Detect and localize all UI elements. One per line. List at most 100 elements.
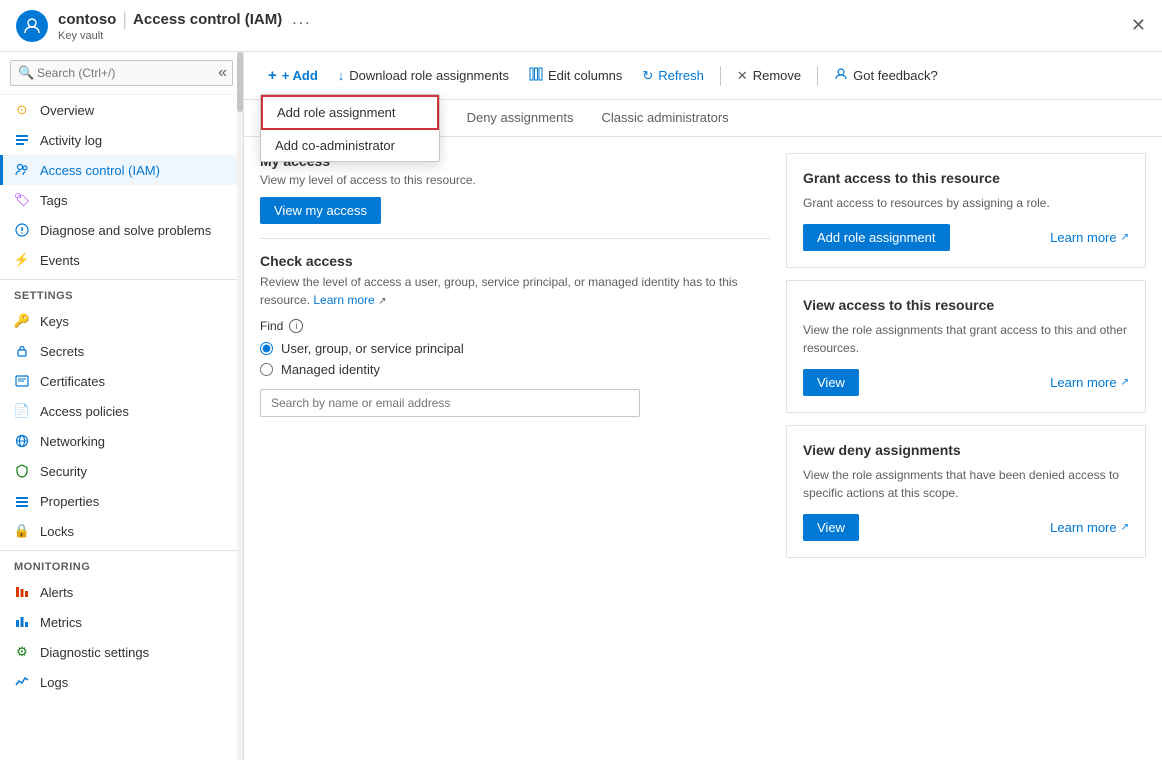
access-control-icon — [14, 162, 30, 178]
view-access-card: View access to this resource View the ro… — [786, 280, 1146, 413]
feedback-button[interactable]: Got feedback? — [826, 62, 946, 89]
grant-access-external-icon: ↗ — [1121, 232, 1129, 243]
sidebar-item-diagnostic-settings[interactable]: ⚙ Diagnostic settings — [0, 637, 243, 667]
logs-icon — [14, 674, 30, 690]
top-header: contoso | Access control (IAM) ... Key v… — [0, 0, 1162, 52]
sidebar-label-metrics: Metrics — [40, 615, 82, 630]
collapse-sidebar-button[interactable]: « — [218, 64, 227, 82]
remove-button[interactable]: ✕ Remove — [729, 63, 809, 89]
sidebar-nav: ⊙ Overview Activity log Access control (… — [0, 95, 243, 697]
tab-classic-administrators[interactable]: Classic administrators — [588, 100, 743, 137]
sidebar-item-locks[interactable]: 🔒 Locks — [0, 516, 243, 546]
edit-columns-icon — [529, 67, 543, 84]
main-layout: 🔍 « ⊙ Overview Activity log — [0, 52, 1162, 760]
grant-access-card: Grant access to this resource Grant acce… — [786, 153, 1146, 268]
sidebar-label-keys: Keys — [40, 314, 69, 329]
content-area: + + Add ↓ Download role assignments Edit… — [244, 52, 1162, 760]
content-body: My access View my level of access to thi… — [244, 137, 1162, 586]
sidebar-item-diagnose[interactable]: Diagnose and solve problems — [0, 215, 243, 245]
radio-user-group-input[interactable] — [260, 342, 273, 355]
edit-columns-label: Edit columns — [548, 68, 622, 83]
view-access-card-desc: View the role assignments that grant acc… — [803, 321, 1129, 357]
sidebar-item-security[interactable]: Security — [0, 456, 243, 486]
refresh-icon: ↻ — [642, 68, 653, 84]
check-access-learn-more-link[interactable]: Learn more — [313, 293, 374, 307]
principal-search-input[interactable] — [260, 389, 640, 417]
search-input[interactable] — [10, 60, 233, 86]
diagnose-icon — [14, 222, 30, 238]
view-deny-learn-more-link[interactable]: Learn more — [1050, 520, 1116, 535]
sidebar-item-metrics[interactable]: Metrics — [0, 607, 243, 637]
sidebar-item-access-policies[interactable]: 📄 Access policies — [0, 396, 243, 426]
tab-deny-assignments[interactable]: Deny assignments — [453, 100, 588, 137]
networking-icon — [14, 433, 30, 449]
radio-user-group-label: User, group, or service principal — [281, 341, 464, 356]
grant-access-card-title: Grant access to this resource — [803, 170, 1129, 186]
add-role-assignment-card-button[interactable]: Add role assignment — [803, 224, 950, 251]
find-label: Find — [260, 319, 283, 333]
edit-columns-button[interactable]: Edit columns — [521, 62, 630, 89]
events-icon: ⚡ — [14, 252, 30, 268]
sidebar-label-tags: Tags — [40, 193, 67, 208]
sidebar-label-locks: Locks — [40, 524, 74, 539]
close-button[interactable]: ✕ — [1131, 15, 1146, 36]
overview-icon: ⊙ — [14, 102, 30, 118]
view-access-button[interactable]: View — [803, 369, 859, 396]
grant-access-learn-more-link[interactable]: Learn more — [1050, 230, 1116, 245]
secrets-icon — [14, 343, 30, 359]
find-info-icon[interactable]: i — [289, 319, 303, 333]
sidebar-label-alerts: Alerts — [40, 585, 73, 600]
sidebar-scrollbar — [237, 52, 243, 760]
radio-user-group[interactable]: User, group, or service principal — [260, 341, 770, 356]
sidebar-item-networking[interactable]: Networking — [0, 426, 243, 456]
search-icon: 🔍 — [18, 65, 34, 81]
add-label: + Add — [282, 68, 318, 83]
monitoring-section-title: Monitoring — [0, 550, 243, 577]
sidebar-item-events[interactable]: ⚡ Events — [0, 245, 243, 275]
remove-icon: ✕ — [737, 68, 748, 84]
sidebar-label-properties: Properties — [40, 494, 99, 509]
sidebar-item-tags[interactable]: 🏷 Tags — [0, 185, 243, 215]
sidebar-item-properties[interactable]: Properties — [0, 486, 243, 516]
section-divider — [260, 238, 770, 239]
view-my-access-button[interactable]: View my access — [260, 197, 381, 224]
resource-icon — [16, 10, 48, 42]
properties-icon — [14, 493, 30, 509]
tags-icon: 🏷 — [14, 192, 30, 208]
add-button[interactable]: + + Add — [260, 62, 326, 89]
sidebar-label-events: Events — [40, 253, 80, 268]
sidebar-item-alerts[interactable]: Alerts — [0, 577, 243, 607]
tab-deny-assignments-label: Deny assignments — [467, 110, 574, 125]
sidebar-item-overview[interactable]: ⊙ Overview — [0, 95, 243, 125]
sidebar-label-access-control: Access control (IAM) — [40, 163, 160, 178]
radio-managed-identity[interactable]: Managed identity — [260, 362, 770, 377]
sidebar: 🔍 « ⊙ Overview Activity log — [0, 52, 244, 760]
radio-managed-identity-input[interactable] — [260, 363, 273, 376]
add-icon: + — [268, 67, 277, 84]
add-co-admin-item[interactable]: Add co-administrator — [261, 130, 439, 161]
sidebar-item-keys[interactable]: 🔑 Keys — [0, 306, 243, 336]
sidebar-label-diagnose: Diagnose and solve problems — [40, 223, 211, 238]
sidebar-label-security: Security — [40, 464, 87, 479]
download-button[interactable]: ↓ Download role assignments — [330, 63, 517, 88]
find-row: Find i — [260, 319, 770, 333]
sidebar-item-activity-log[interactable]: Activity log — [0, 125, 243, 155]
settings-section-title: Settings — [0, 279, 243, 306]
download-icon: ↓ — [338, 68, 345, 83]
grant-access-card-footer: Add role assignment Learn more ↗ — [803, 224, 1129, 251]
check-access-title: Check access — [260, 253, 770, 269]
sidebar-item-secrets[interactable]: Secrets — [0, 336, 243, 366]
add-role-assignment-item[interactable]: Add role assignment — [261, 95, 439, 130]
view-access-card-title: View access to this resource — [803, 297, 1129, 313]
grant-access-card-desc: Grant access to resources by assigning a… — [803, 194, 1129, 212]
sidebar-label-logs: Logs — [40, 675, 68, 690]
add-dropdown-menu: Add role assignment Add co-administrator — [260, 94, 440, 162]
sidebar-item-logs[interactable]: Logs — [0, 667, 243, 697]
sidebar-label-overview: Overview — [40, 103, 94, 118]
sidebar-item-certificates[interactable]: Certificates — [0, 366, 243, 396]
view-access-learn-more-link[interactable]: Learn more — [1050, 375, 1116, 390]
sidebar-item-access-control[interactable]: Access control (IAM) — [0, 155, 243, 185]
view-deny-button[interactable]: View — [803, 514, 859, 541]
refresh-button[interactable]: ↻ Refresh — [634, 63, 711, 89]
header-more-btn[interactable]: ... — [292, 11, 311, 29]
